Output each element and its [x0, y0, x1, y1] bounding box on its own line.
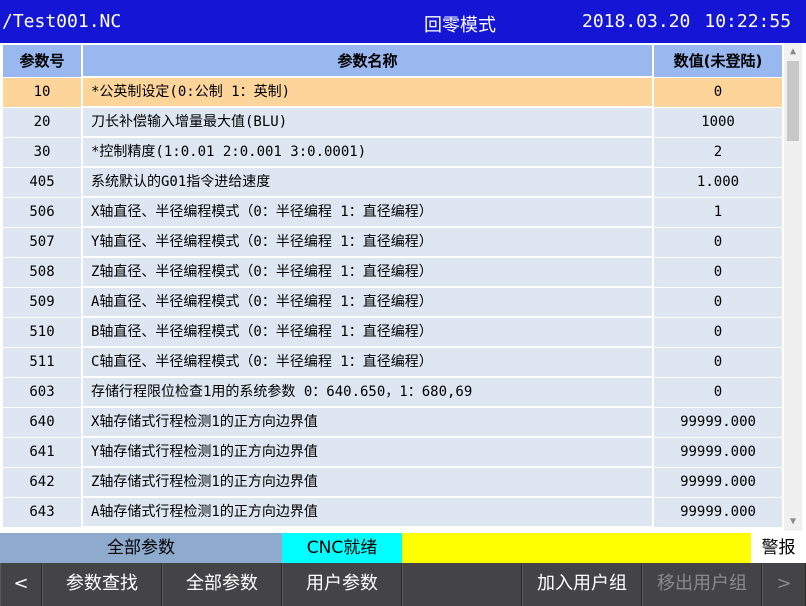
table-row[interactable]: 20 刀长补偿输入增量最大值(BLU) 1000: [3, 108, 782, 138]
param-name-cell: A轴存储式行程检测1的正方向边界值: [83, 498, 652, 527]
user-params-softkey[interactable]: 用户参数: [282, 563, 402, 606]
param-value-cell[interactable]: 99999.000: [654, 438, 782, 468]
machine-mode: 回零模式: [424, 15, 496, 36]
param-name-cell: 刀长补偿输入增量最大值(BLU): [83, 108, 652, 137]
param-no-cell: 405: [3, 168, 81, 198]
table-row[interactable]: 507 Y轴直径、半径编程模式（0：半径编程 1：直径编程） 0: [3, 228, 782, 258]
param-name-cell: C轴直径、半径编程模式（0：半径编程 1：直径编程）: [83, 348, 652, 377]
time-text: 10:22:55: [704, 11, 792, 32]
param-name-cell: Y轴直径、半径编程模式（0：半径编程 1：直径编程）: [83, 228, 652, 257]
remove-from-user-group-softkey[interactable]: 移出用户组: [642, 563, 762, 606]
param-value-cell[interactable]: 99999.000: [654, 468, 782, 498]
table-row[interactable]: 511 C轴直径、半径编程模式（0：半径编程 1：直径编程） 0: [3, 348, 782, 378]
param-value-cell[interactable]: 0: [654, 288, 782, 318]
empty-softkey[interactable]: [402, 563, 522, 606]
param-value-cell[interactable]: 2: [654, 138, 782, 168]
param-no-cell: 643: [3, 498, 81, 528]
param-value-cell[interactable]: 0: [654, 318, 782, 348]
datetime-display: 2018.03.20 10:22:55: [582, 11, 791, 32]
param-name-cell: 存储行程限位检查1用的系统参数 0：640.650，1：680,69: [83, 378, 652, 407]
vertical-scrollbar[interactable]: ▲ ▼: [784, 43, 802, 531]
param-no-cell: 30: [3, 138, 81, 168]
param-no-cell: 510: [3, 318, 81, 348]
triangle-up-icon[interactable]: ▲: [784, 43, 802, 61]
header-param-name: 参数名称: [83, 45, 652, 77]
date-text: 2018.03.20: [582, 11, 691, 32]
table-row[interactable]: 509 A轴直径、半径编程模式（0：半径编程 1：直径编程） 0: [3, 288, 782, 318]
param-no-cell: 642: [3, 468, 81, 498]
message-area: [402, 533, 751, 563]
triangle-down-icon[interactable]: ▼: [784, 513, 802, 531]
title-bar: /Test001.NC 回零模式 2018.03.20 10:22:55: [0, 0, 806, 43]
param-no-cell: 509: [3, 288, 81, 318]
param-name-cell: *公英制设定(0:公制 1：英制): [83, 78, 652, 107]
table-row[interactable]: 508 Z轴直径、半径编程模式（0：半径编程 1：直径编程） 0: [3, 258, 782, 288]
param-value-cell[interactable]: 1: [654, 198, 782, 228]
scrollbar-thumb[interactable]: [787, 61, 799, 141]
all-params-softkey[interactable]: 全部参数: [162, 563, 282, 606]
param-value-cell[interactable]: 99999.000: [654, 498, 782, 528]
param-no-cell: 511: [3, 348, 81, 378]
status-bar: 全部参数 CNC就绪 警报: [0, 533, 806, 563]
parameter-group-label: 全部参数: [0, 533, 282, 563]
table-header: 参数号 参数名称 数值(未登陆): [3, 45, 782, 78]
header-param-value: 数值(未登陆): [654, 45, 782, 78]
param-no-cell: 10: [3, 78, 81, 108]
param-value-cell[interactable]: 0: [654, 258, 782, 288]
param-value-cell[interactable]: 0: [654, 348, 782, 378]
param-name-cell: B轴直径、半径编程模式（0：半径编程 1：直径编程）: [83, 318, 652, 347]
add-to-user-group-softkey[interactable]: 加入用户组: [522, 563, 642, 606]
param-no-cell: 20: [3, 108, 81, 138]
param-no-cell: 640: [3, 408, 81, 438]
param-name-cell: 系统默认的G01指令进给速度: [83, 168, 652, 197]
param-no-cell: 603: [3, 378, 81, 408]
param-no-cell: 507: [3, 228, 81, 258]
param-name-cell: A轴直径、半径编程模式（0：半径编程 1：直径编程）: [83, 288, 652, 317]
table-row[interactable]: 642 Z轴存储式行程检测1的正方向边界值 99999.000: [3, 468, 782, 498]
param-value-cell[interactable]: 99999.000: [654, 408, 782, 438]
table-row[interactable]: 643 A轴存储式行程检测1的正方向边界值 99999.000: [3, 498, 782, 528]
param-no-cell: 641: [3, 438, 81, 468]
table-row[interactable]: 641 Y轴存储式行程检测1的正方向边界值 99999.000: [3, 438, 782, 468]
program-file-name: /Test001.NC: [2, 11, 122, 32]
table-row[interactable]: 510 B轴直径、半径编程模式（0：半径编程 1：直径编程） 0: [3, 318, 782, 348]
param-search-softkey[interactable]: 参数查找: [42, 563, 162, 606]
param-name-cell: Z轴直径、半径编程模式（0：半径编程 1：直径编程）: [83, 258, 652, 287]
cnc-status-badge: CNC就绪: [282, 533, 402, 563]
softkey-bar: < 参数查找 全部参数 用户参数 加入用户组 移出用户组 >: [0, 563, 806, 606]
table-row[interactable]: 405 系统默认的G01指令进给速度 1.000: [3, 168, 782, 198]
param-name-cell: X轴存储式行程检测1的正方向边界值: [83, 408, 652, 437]
table-row[interactable]: 603 存储行程限位检查1用的系统参数 0：640.650，1：680,69 0: [3, 378, 782, 408]
param-name-cell: Z轴存储式行程检测1的正方向边界值: [83, 468, 652, 497]
table-row[interactable]: 506 X轴直径、半径编程模式（0：半径编程 1：直径编程） 1: [3, 198, 782, 228]
table-row[interactable]: 640 X轴存储式行程检测1的正方向边界值 99999.000: [3, 408, 782, 438]
header-param-no: 参数号: [3, 45, 81, 78]
param-value-cell[interactable]: 0: [654, 78, 782, 108]
param-no-cell: 508: [3, 258, 81, 288]
softkey-prev-page-button[interactable]: <: [0, 563, 42, 606]
parameter-table: 参数号 参数名称 数值(未登陆) 10 *公英制设定(0:公制 1：英制) 0 20 刀…: [3, 43, 782, 531]
cnc-parameter-screen: /Test001.NC 回零模式 2018.03.20 10:22:55 参数号 …: [0, 0, 806, 606]
param-name-cell: *控制精度(1:0.01 2:0.001 3:0.0001): [83, 138, 652, 167]
param-value-cell[interactable]: 0: [654, 378, 782, 408]
table-row[interactable]: 30 *控制精度(1:0.01 2:0.001 3:0.0001) 2: [3, 138, 782, 168]
table-row[interactable]: 10 *公英制设定(0:公制 1：英制) 0: [3, 78, 782, 108]
param-value-cell[interactable]: 1.000: [654, 168, 782, 198]
softkey-next-page-button[interactable]: >: [762, 563, 806, 606]
param-name-cell: Y轴存储式行程检测1的正方向边界值: [83, 438, 652, 467]
param-no-cell: 506: [3, 198, 81, 228]
param-value-cell[interactable]: 0: [654, 228, 782, 258]
alarm-indicator[interactable]: 警报: [751, 533, 806, 563]
param-name-cell: X轴直径、半径编程模式（0：半径编程 1：直径编程）: [83, 198, 652, 227]
param-value-cell[interactable]: 1000: [654, 108, 782, 138]
